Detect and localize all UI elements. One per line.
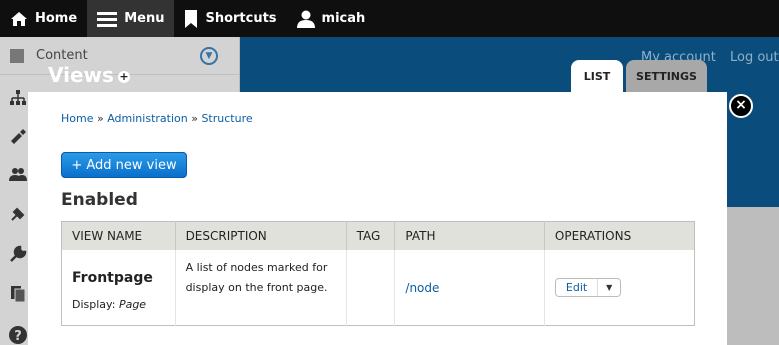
page-title: Views bbox=[48, 63, 114, 87]
section-title: Enabled bbox=[61, 190, 138, 210]
admin-toolbar: Home Menu Shortcuts micah bbox=[0, 0, 779, 37]
breadcrumb-separator: » bbox=[96, 112, 104, 125]
cell-path: /node bbox=[394, 249, 545, 326]
views-table: VIEW NAME DESCRIPTION TAG PATH OPERATION… bbox=[61, 221, 695, 326]
toolbar-user-label: micah bbox=[321, 11, 366, 26]
breadcrumb-separator: » bbox=[191, 112, 198, 125]
operations-dropbutton: Edit ▼ bbox=[554, 277, 622, 297]
view-path-link[interactable]: /node bbox=[405, 281, 534, 295]
view-name: Frontpage bbox=[72, 269, 153, 286]
column-header-operations: OPERATIONS bbox=[544, 221, 695, 250]
view-display: Display: Page bbox=[72, 298, 165, 311]
cell-description: A list of nodes marked for display on th… bbox=[175, 249, 347, 326]
appearance-icon[interactable] bbox=[9, 127, 27, 145]
toolbar-menu[interactable]: Menu bbox=[87, 0, 175, 37]
toolbar-shortcuts-label: Shortcuts bbox=[205, 11, 277, 26]
structure-icon[interactable] bbox=[9, 89, 27, 107]
svg-text:?: ? bbox=[14, 329, 22, 344]
help-icon[interactable]: ? bbox=[9, 326, 27, 344]
table-header-row: VIEW NAME DESCRIPTION TAG PATH OPERATION… bbox=[61, 221, 695, 250]
cell-tag bbox=[346, 249, 396, 326]
menu-icon bbox=[97, 11, 118, 27]
breadcrumb: Home » Administration » Structure bbox=[61, 112, 253, 125]
breadcrumb-home[interactable]: Home bbox=[61, 112, 93, 125]
view-description: A list of nodes marked for display on th… bbox=[185, 260, 328, 294]
toolbar-home[interactable]: Home bbox=[0, 0, 87, 37]
tab-settings[interactable]: SETTINGS bbox=[626, 60, 707, 92]
bookmark-icon bbox=[184, 9, 198, 28]
breadcrumb-administration[interactable]: Administration bbox=[107, 112, 188, 125]
tray-item-label: Content bbox=[36, 48, 88, 63]
content-icon bbox=[10, 48, 24, 63]
cell-operations: Edit ▼ bbox=[544, 250, 694, 326]
tab-list[interactable]: LIST bbox=[571, 60, 623, 92]
user-icon bbox=[296, 10, 315, 28]
column-header-tag: TAG bbox=[346, 221, 396, 250]
logout-link[interactable]: Log out bbox=[730, 50, 779, 65]
extend-icon[interactable] bbox=[9, 205, 27, 223]
people-icon[interactable] bbox=[9, 165, 27, 183]
toolbar-user[interactable]: micah bbox=[287, 0, 376, 37]
column-header-view-name: VIEW NAME bbox=[61, 221, 176, 250]
display-label: Display: bbox=[72, 297, 116, 311]
toolbar-shortcuts[interactable]: Shortcuts bbox=[174, 0, 286, 37]
dropdown-arrow-icon[interactable]: ▼ bbox=[598, 279, 620, 296]
edit-button[interactable]: Edit bbox=[556, 278, 599, 296]
cell-view-name: Frontpage Display: Page bbox=[61, 249, 176, 326]
toolbar-menu-label: Menu bbox=[124, 11, 165, 26]
reports-icon[interactable] bbox=[9, 285, 27, 303]
display-value: Page bbox=[118, 297, 147, 311]
wrench-icon[interactable] bbox=[9, 245, 27, 263]
add-shortcut-icon[interactable]: + bbox=[118, 71, 130, 83]
add-new-view-button[interactable]: + Add new view bbox=[61, 152, 187, 178]
breadcrumb-structure[interactable]: Structure bbox=[201, 112, 252, 125]
column-header-path: PATH bbox=[394, 221, 545, 250]
chevron-down-icon[interactable]: ▼ bbox=[200, 47, 218, 65]
home-icon bbox=[10, 11, 28, 27]
table-row: Frontpage Display: Page A list of nodes … bbox=[61, 249, 695, 326]
column-header-description: DESCRIPTION bbox=[175, 221, 347, 250]
close-icon[interactable]: × bbox=[729, 94, 753, 118]
toolbar-home-label: Home bbox=[35, 11, 78, 26]
